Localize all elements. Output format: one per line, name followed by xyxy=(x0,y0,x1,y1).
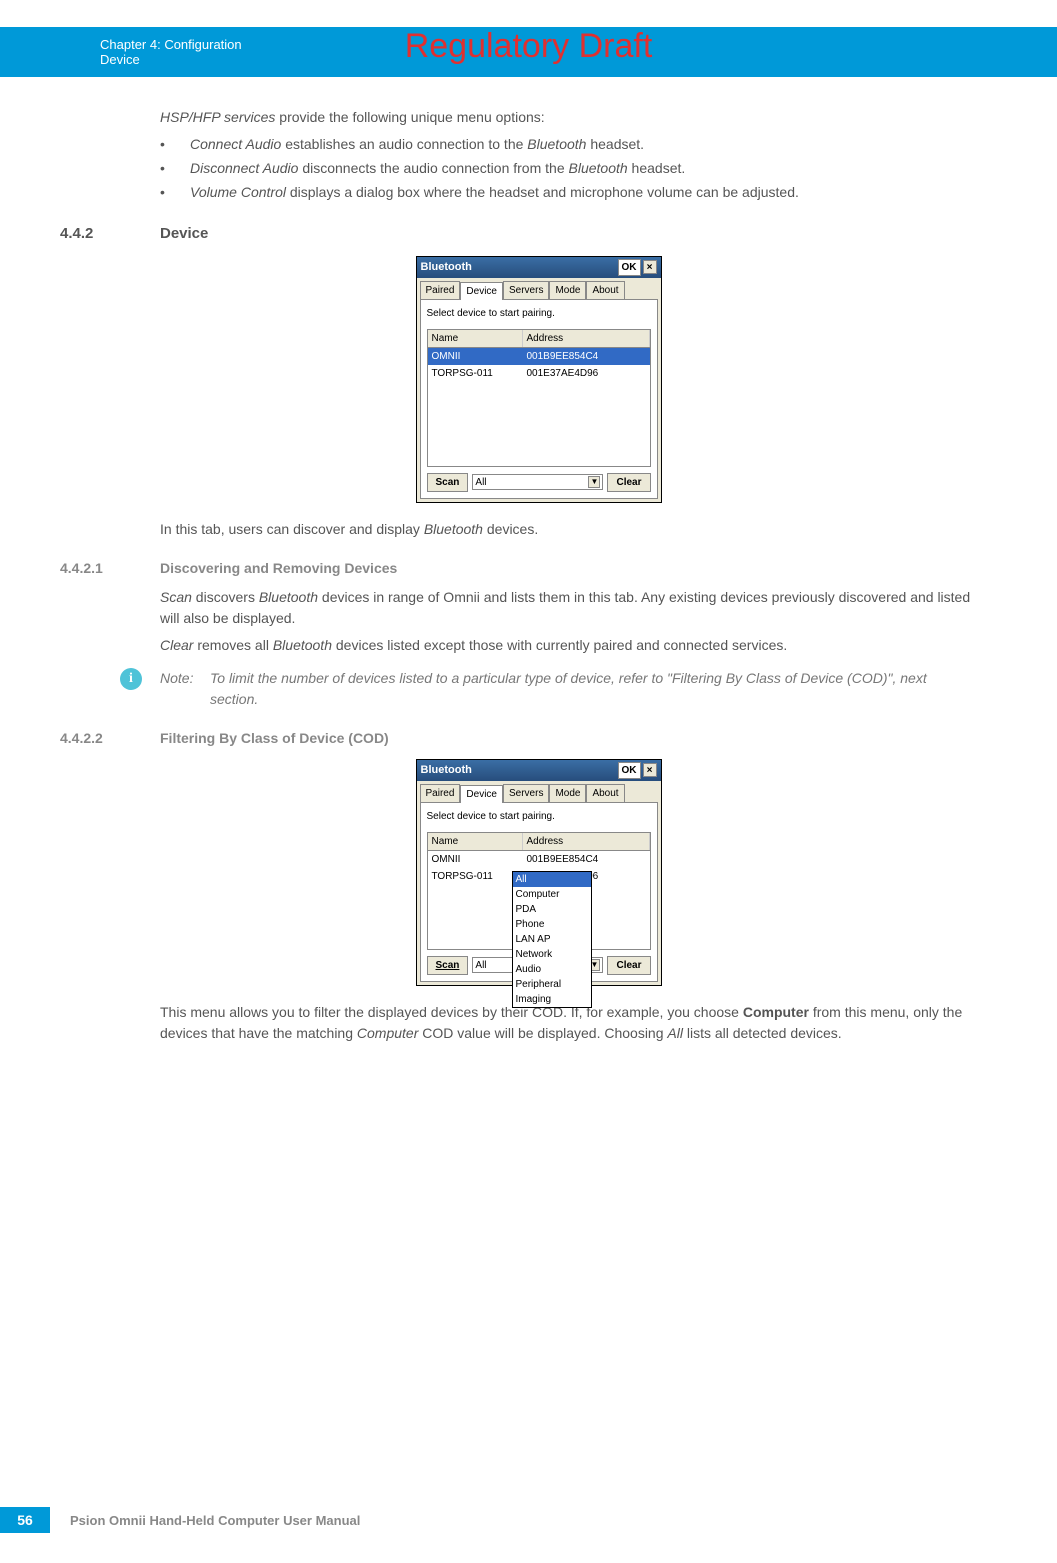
ok-button[interactable]: OK xyxy=(618,762,641,779)
dialog-title: Bluetooth xyxy=(421,762,618,779)
chevron-down-icon: ▼ xyxy=(588,476,600,488)
device-table: Name Address OMNII 001B9EE854C4 TORPSG-0… xyxy=(427,329,651,467)
close-icon[interactable]: × xyxy=(643,260,657,274)
cod-dropdown[interactable]: All Computer PDA Phone LAN AP Network Au… xyxy=(512,871,592,1008)
close-icon[interactable]: × xyxy=(643,763,657,777)
page-number: 56 xyxy=(0,1507,50,1533)
dropdown-option[interactable]: Phone xyxy=(513,917,591,932)
table-row[interactable]: OMNII 001B9EE854C4 xyxy=(428,851,650,868)
dropdown-option[interactable]: PDA xyxy=(513,902,591,917)
bullet-icon: • xyxy=(160,158,190,179)
note-label: Note: xyxy=(160,668,210,710)
body-paragraph: Scan discovers Bluetooth devices in rang… xyxy=(160,587,977,629)
tab-mode[interactable]: Mode xyxy=(549,784,586,802)
note-block: i Note: To limit the number of devices l… xyxy=(120,668,977,710)
body-paragraph: This menu allows you to filter the displ… xyxy=(160,1002,977,1044)
list-item: • Disconnect Audio disconnects the audio… xyxy=(160,158,977,179)
col-name: Name xyxy=(428,833,523,850)
dialog-hint: Select device to start pairing. xyxy=(427,306,651,321)
dropdown-option[interactable]: Network xyxy=(513,947,591,962)
dropdown-option[interactable]: Audio xyxy=(513,962,591,977)
table-row[interactable]: TORPSG-011 001E37AE4D96 xyxy=(428,365,650,382)
bullet-icon: • xyxy=(160,134,190,155)
tab-paired[interactable]: Paired xyxy=(420,281,461,299)
dialog-title: Bluetooth xyxy=(421,259,618,276)
col-name: Name xyxy=(428,330,523,347)
tab-servers[interactable]: Servers xyxy=(503,784,549,802)
section-number: 4.4.2 xyxy=(60,223,160,246)
watermark-text: Regulatory Draft xyxy=(0,27,1057,66)
filter-select[interactable]: All ▼ xyxy=(472,474,603,490)
dropdown-option[interactable]: LAN AP xyxy=(513,932,591,947)
bullet-list: • Connect Audio establishes an audio con… xyxy=(160,134,977,203)
tab-about[interactable]: About xyxy=(586,281,624,299)
tab-paired[interactable]: Paired xyxy=(420,784,461,802)
section-text: In this tab, users can discover and disp… xyxy=(160,519,977,540)
subsection-title: Discovering and Removing Devices xyxy=(160,558,397,579)
tab-servers[interactable]: Servers xyxy=(503,281,549,299)
section-title: Device xyxy=(160,223,208,246)
note-text: To limit the number of devices listed to… xyxy=(210,668,977,710)
tab-device[interactable]: Device xyxy=(460,282,503,300)
clear-button[interactable]: Clear xyxy=(607,956,650,975)
table-row[interactable]: OMNII 001B9EE854C4 xyxy=(428,348,650,365)
dropdown-option[interactable]: Computer xyxy=(513,887,591,902)
dialog-hint: Select device to start pairing. xyxy=(427,809,651,824)
subsection-number: 4.4.2.1 xyxy=(60,558,160,579)
dropdown-option[interactable]: All xyxy=(513,872,591,887)
device-table: Name Address OMNII 001B9EE854C4 TORPSG-0… xyxy=(427,832,651,950)
dropdown-option[interactable]: Imaging xyxy=(513,992,591,1007)
page-footer: 56 Psion Omnii Hand-Held Computer User M… xyxy=(0,1507,360,1533)
list-item: • Connect Audio establishes an audio con… xyxy=(160,134,977,155)
bluetooth-dialog-1: Bluetooth OK × Paired Device Servers Mod… xyxy=(416,256,662,503)
clear-button[interactable]: Clear xyxy=(607,473,650,492)
col-address: Address xyxy=(523,330,650,347)
tab-device[interactable]: Device xyxy=(460,785,503,803)
intro-paragraph: HSP/HFP services provide the following u… xyxy=(160,107,977,128)
ok-button[interactable]: OK xyxy=(618,259,641,276)
tab-about[interactable]: About xyxy=(586,784,624,802)
info-icon: i xyxy=(120,668,142,690)
tab-mode[interactable]: Mode xyxy=(549,281,586,299)
subsection-title: Filtering By Class of Device (COD) xyxy=(160,728,389,749)
list-item: • Volume Control displays a dialog box w… xyxy=(160,182,977,203)
scan-button[interactable]: Scan xyxy=(427,956,469,975)
bluetooth-dialog-2: Bluetooth OK × Paired Device Servers Mod… xyxy=(416,759,662,986)
subsection-number: 4.4.2.2 xyxy=(60,728,160,749)
manual-title: Psion Omnii Hand-Held Computer User Manu… xyxy=(70,1513,360,1528)
body-paragraph: Clear removes all Bluetooth devices list… xyxy=(160,635,977,656)
col-address: Address xyxy=(523,833,650,850)
bullet-icon: • xyxy=(160,182,190,203)
scan-button[interactable]: Scan xyxy=(427,473,469,492)
dropdown-option[interactable]: Peripheral xyxy=(513,977,591,992)
